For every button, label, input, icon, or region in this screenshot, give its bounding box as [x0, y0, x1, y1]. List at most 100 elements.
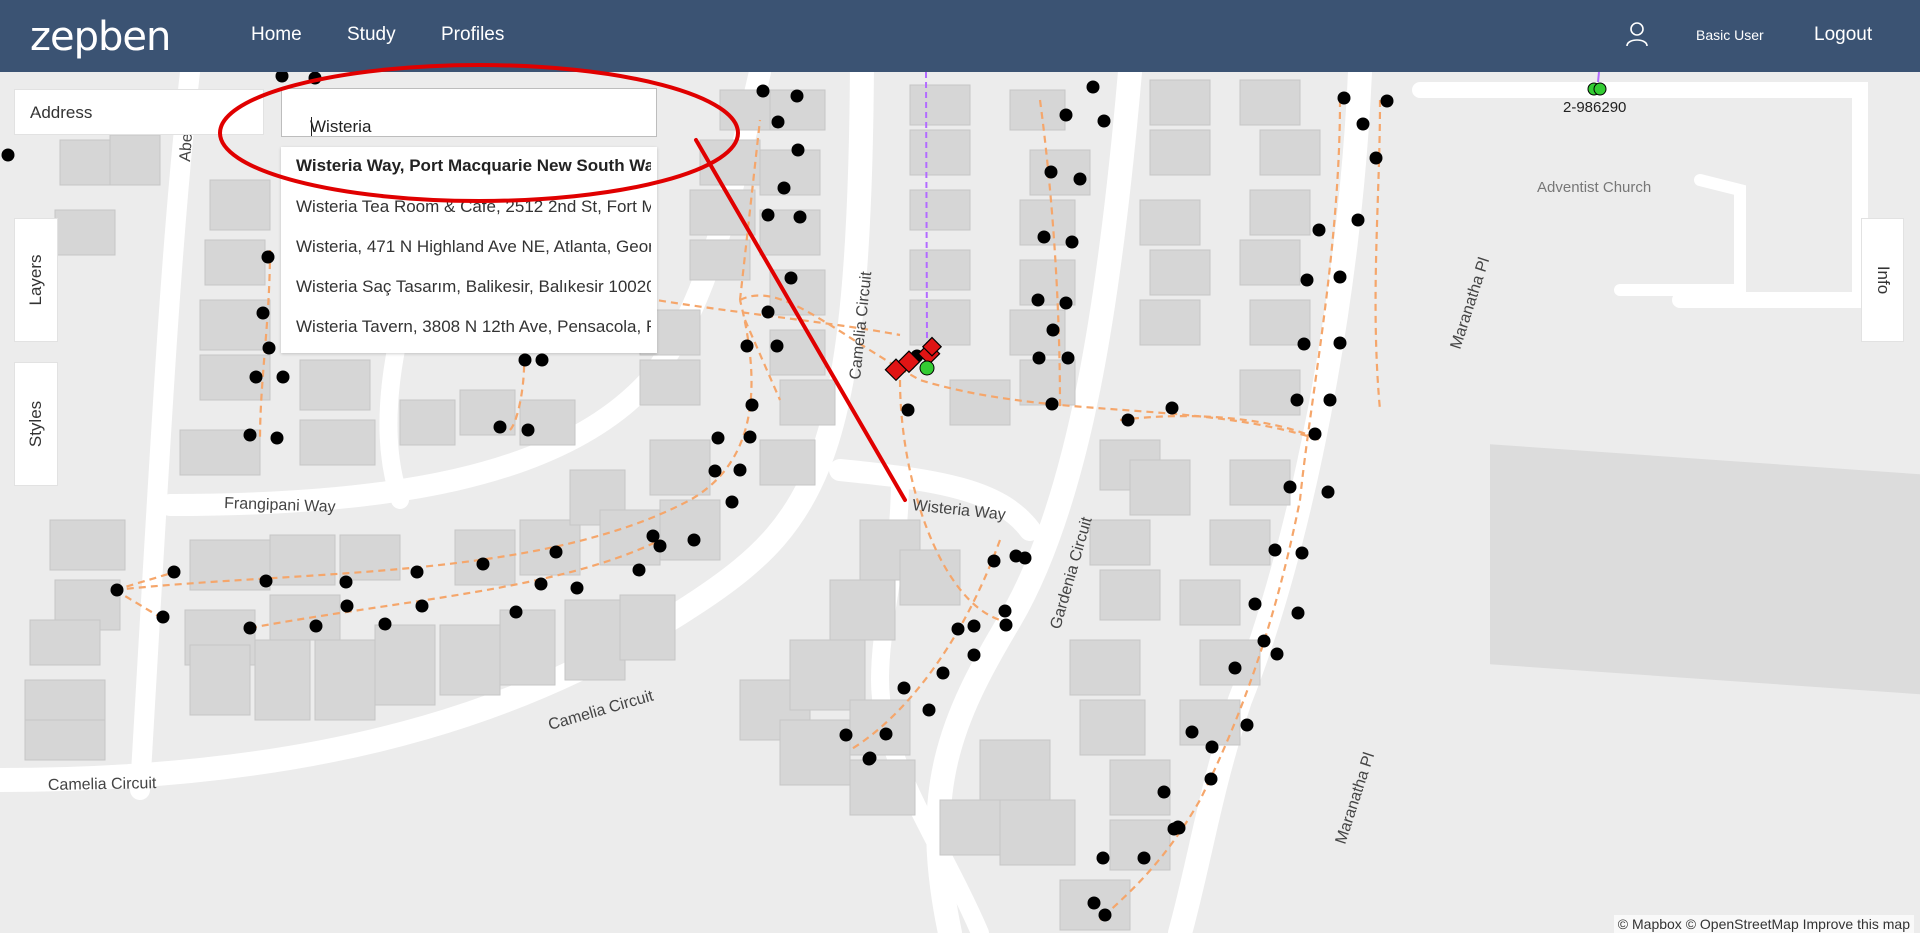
network-node[interactable]	[1165, 401, 1179, 415]
network-node[interactable]	[1059, 296, 1073, 310]
network-node[interactable]	[743, 430, 757, 444]
network-node[interactable]	[1323, 393, 1337, 407]
network-node[interactable]	[793, 210, 807, 224]
network-node[interactable]	[1097, 114, 1111, 128]
network-node[interactable]	[1248, 597, 1262, 611]
network-node[interactable]	[967, 619, 981, 633]
network-node[interactable]	[862, 752, 876, 766]
network-node[interactable]	[1205, 740, 1219, 754]
network-node[interactable]	[1031, 293, 1045, 307]
network-node[interactable]	[1291, 606, 1305, 620]
network-node[interactable]	[1337, 91, 1351, 105]
network-node[interactable]	[1045, 397, 1059, 411]
network-node[interactable]	[415, 599, 429, 613]
network-node[interactable]	[1380, 94, 1394, 108]
zepben-logo[interactable]: zepben	[30, 14, 171, 60]
network-node[interactable]	[1032, 351, 1046, 365]
logout-button[interactable]: Logout	[1814, 24, 1872, 46]
network-node[interactable]	[534, 577, 548, 591]
network-node[interactable]	[1321, 485, 1335, 499]
network-node[interactable]	[339, 575, 353, 589]
network-node[interactable]	[733, 463, 747, 477]
network-node[interactable]	[476, 557, 490, 571]
network-node[interactable]	[784, 271, 798, 285]
layers-panel-tab[interactable]: Layers	[14, 218, 58, 342]
network-node[interactable]	[967, 648, 981, 662]
network-node[interactable]	[518, 353, 532, 367]
network-node[interactable]	[1369, 151, 1383, 165]
network-node[interactable]	[1356, 117, 1370, 131]
search-result-item[interactable]: Wisteria Tavern, 3808 N 12th Ave, Pensac…	[296, 317, 651, 337]
network-node[interactable]	[1018, 551, 1032, 565]
network-node[interactable]	[249, 370, 263, 384]
network-node[interactable]	[901, 403, 915, 417]
network-node[interactable]	[1312, 223, 1326, 237]
network-node[interactable]	[1098, 908, 1112, 922]
network-node[interactable]	[1297, 337, 1311, 351]
network-node[interactable]	[549, 545, 563, 559]
network-node[interactable]	[1257, 634, 1271, 648]
search-result-item[interactable]: Wisteria Way, Port Macquarie New South W…	[296, 156, 651, 176]
network-node[interactable]	[653, 539, 667, 553]
network-node[interactable]	[1300, 273, 1314, 287]
network-node[interactable]	[1046, 323, 1060, 337]
network-node[interactable]	[1185, 725, 1199, 739]
network-node[interactable]	[761, 208, 775, 222]
network-node[interactable]	[725, 495, 739, 509]
search-mode-select[interactable]: Address ⌄	[14, 89, 264, 135]
network-node[interactable]	[509, 605, 523, 619]
network-node[interactable]	[771, 115, 785, 129]
network-node[interactable]	[770, 339, 784, 353]
network-node[interactable]	[745, 398, 759, 412]
network-node[interactable]	[1283, 480, 1297, 494]
network-node[interactable]	[879, 727, 893, 741]
network-node[interactable]	[1087, 896, 1101, 910]
network-node[interactable]	[1295, 546, 1309, 560]
network-node[interactable]	[276, 370, 290, 384]
network-node[interactable]	[110, 583, 124, 597]
network-node[interactable]	[378, 617, 392, 631]
network-node[interactable]	[1037, 230, 1051, 244]
nav-home[interactable]: Home	[251, 24, 302, 46]
network-node[interactable]	[839, 728, 853, 742]
network-node[interactable]	[790, 89, 804, 103]
network-node[interactable]	[1073, 172, 1087, 186]
network-node[interactable]	[410, 565, 424, 579]
network-node[interactable]	[687, 533, 701, 547]
green-node[interactable]	[919, 360, 935, 376]
network-node[interactable]	[1, 148, 15, 162]
nav-profiles[interactable]: Profiles	[441, 24, 504, 46]
network-node[interactable]	[243, 428, 257, 442]
network-node[interactable]	[1061, 351, 1075, 365]
green-node-top-b[interactable]	[1593, 82, 1607, 96]
network-node[interactable]	[270, 431, 284, 445]
network-node[interactable]	[1121, 413, 1135, 427]
network-node[interactable]	[1044, 165, 1058, 179]
network-node[interactable]	[308, 72, 322, 85]
user-icon[interactable]	[1625, 21, 1649, 47]
network-node[interactable]	[156, 610, 170, 624]
network-node[interactable]	[632, 563, 646, 577]
network-node[interactable]	[570, 581, 584, 595]
network-node[interactable]	[1065, 235, 1079, 249]
network-node[interactable]	[1270, 647, 1284, 661]
network-node[interactable]	[1351, 213, 1365, 227]
network-node[interactable]	[999, 618, 1013, 632]
network-node[interactable]	[1333, 336, 1347, 350]
network-node[interactable]	[521, 423, 535, 437]
search-result-item[interactable]: Wisteria Tea Room & Cafe, 2512 2nd St, F…	[296, 197, 651, 217]
network-node[interactable]	[1204, 772, 1218, 786]
network-node[interactable]	[951, 622, 965, 636]
network-node[interactable]	[711, 431, 725, 445]
network-node[interactable]	[936, 666, 950, 680]
network-node[interactable]	[1171, 820, 1185, 834]
search-result-item[interactable]: Wisteria Saç Tasarım, Balikesir, Balıkes…	[296, 277, 651, 297]
network-node[interactable]	[708, 464, 722, 478]
network-node[interactable]	[535, 353, 549, 367]
network-node[interactable]	[1333, 270, 1347, 284]
network-node[interactable]	[340, 599, 354, 613]
network-node[interactable]	[1157, 785, 1171, 799]
address-search-input[interactable]: Wisteria	[281, 88, 657, 137]
network-node[interactable]	[262, 341, 276, 355]
network-node[interactable]	[1268, 543, 1282, 557]
